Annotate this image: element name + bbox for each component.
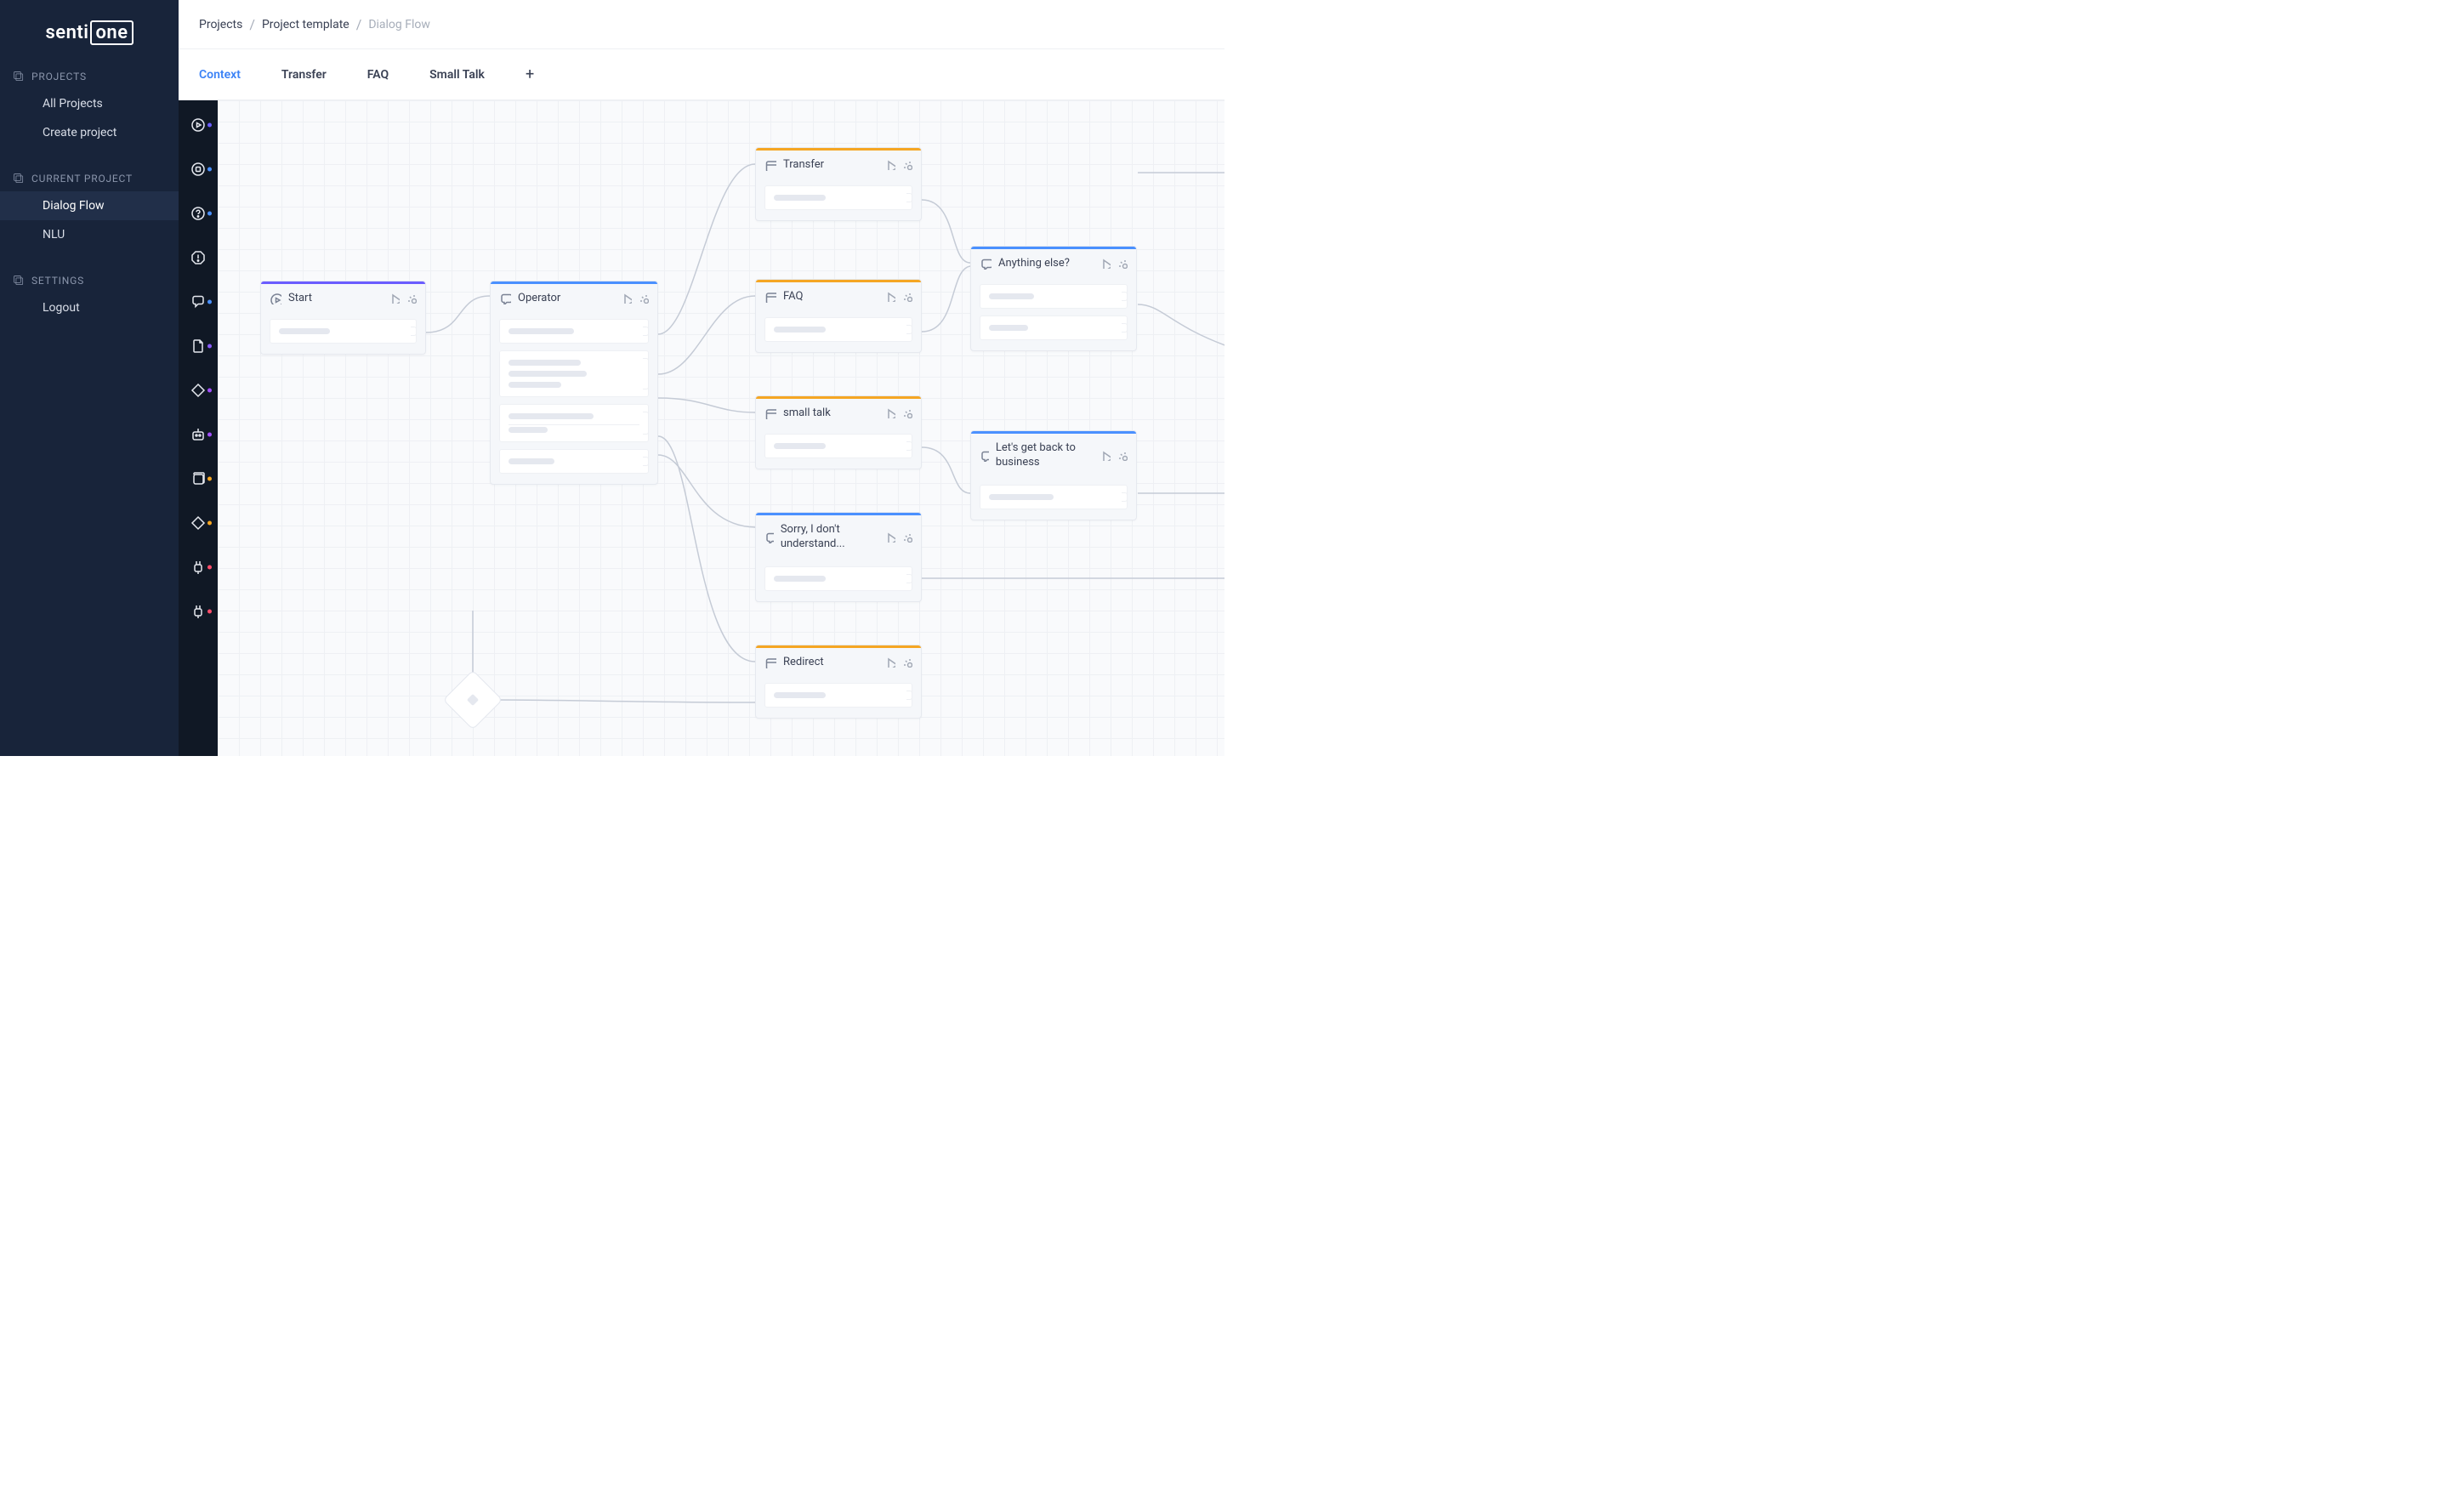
tab-small-talk[interactable]: Small Talk <box>429 68 485 82</box>
tab-faq[interactable]: FAQ <box>367 68 389 82</box>
node-sorry[interactable]: Sorry, I don't understand... <box>755 512 922 602</box>
nav-group-title: SETTINGS <box>0 268 179 293</box>
window-icon <box>764 657 776 668</box>
gear-icon[interactable] <box>902 160 912 170</box>
breadcrumb-2: Dialog Flow <box>368 18 430 31</box>
tab-transfer[interactable]: Transfer <box>281 68 327 82</box>
nav-item-create-project[interactable]: Create project <box>0 118 179 147</box>
gear-icon[interactable] <box>639 293 649 304</box>
nav-item-logout[interactable]: Logout <box>0 293 179 322</box>
window-icon <box>764 407 776 419</box>
run-node-icon[interactable] <box>885 657 895 668</box>
gear-icon[interactable] <box>902 408 912 418</box>
run-node-icon[interactable] <box>885 532 895 543</box>
node-title: Operator <box>518 292 560 304</box>
gateway-node[interactable] <box>443 670 503 730</box>
run-node-icon[interactable] <box>1100 451 1111 461</box>
breadcrumb-1[interactable]: Project template <box>262 18 349 31</box>
flow-canvas[interactable]: Start Operator Transfer <box>218 100 1224 756</box>
connector-layer <box>218 100 1224 756</box>
brand-prefix: senti <box>45 22 88 43</box>
gear-icon[interactable] <box>902 657 912 668</box>
message-bubble-icon <box>980 450 989 462</box>
node-title: Anything else? <box>998 257 1070 270</box>
window-icon <box>764 159 776 171</box>
alert-octagon-icon[interactable] <box>190 250 206 265</box>
node-operator[interactable]: Operator <box>490 281 658 485</box>
node-anything-else[interactable]: Anything else? <box>970 246 1137 351</box>
window-icon <box>764 291 776 303</box>
message-bubble-icon <box>499 293 511 304</box>
plug-top-icon[interactable] <box>190 560 206 575</box>
node-title: FAQ <box>783 290 803 303</box>
node-title: Redirect <box>783 656 824 668</box>
play-icon <box>270 293 281 304</box>
nav-group-title: PROJECTS <box>0 64 179 89</box>
plug-bottom-icon[interactable] <box>190 604 206 619</box>
run-node-icon[interactable] <box>885 292 895 302</box>
add-tab-button[interactable]: + <box>526 65 534 83</box>
help-circle-icon[interactable] <box>190 206 206 221</box>
gear-icon[interactable] <box>902 532 912 543</box>
message-bubble-icon <box>764 531 774 543</box>
nav-group-title: CURRENT PROJECT <box>0 166 179 191</box>
stop-circle-icon[interactable] <box>190 162 206 177</box>
nav-item-nlu[interactable]: NLU <box>0 220 179 249</box>
tool-rail <box>179 100 218 756</box>
gear-icon[interactable] <box>406 293 417 304</box>
windows-stack-icon[interactable] <box>190 471 206 486</box>
run-node-icon[interactable] <box>885 408 895 418</box>
node-title: Start <box>288 292 312 304</box>
node-back-to-business[interactable]: Let's get back to business <box>970 430 1137 520</box>
node-title: Let's get back to business <box>996 441 1094 470</box>
main-sidebar: sentione PROJECTSAll ProjectsCreate proj… <box>0 0 179 756</box>
node-title: Transfer <box>783 158 824 171</box>
robot-icon[interactable] <box>190 427 206 442</box>
tab-context[interactable]: Context <box>199 68 241 82</box>
nav-item-all-projects[interactable]: All Projects <box>0 89 179 118</box>
play-circle-icon[interactable] <box>190 117 206 133</box>
message-bubble-icon[interactable] <box>190 294 206 310</box>
run-node-icon[interactable] <box>885 160 895 170</box>
gear-icon[interactable] <box>902 292 912 302</box>
nav-item-dialog-flow[interactable]: Dialog Flow <box>0 191 179 220</box>
node-redirect[interactable]: Redirect <box>755 645 922 719</box>
nav-groups: PROJECTSAll ProjectsCreate project CURREN… <box>0 64 179 322</box>
node-title: Sorry, I don't understand... <box>781 523 878 552</box>
diamond-condition-icon[interactable] <box>190 383 206 398</box>
breadcrumb-separator: / <box>249 16 255 32</box>
run-node-icon[interactable] <box>622 293 632 304</box>
node-transfer[interactable]: Transfer <box>755 147 922 221</box>
message-bubble-icon <box>980 258 992 270</box>
node-small-talk[interactable]: small talk <box>755 395 922 469</box>
brand-logo: sentione <box>0 0 179 64</box>
run-node-icon[interactable] <box>1100 259 1111 269</box>
node-start[interactable]: Start <box>260 281 426 355</box>
brand-boxed: one <box>90 20 133 45</box>
gear-icon[interactable] <box>1117 259 1128 269</box>
document-icon[interactable] <box>190 338 206 354</box>
gear-icon[interactable] <box>1117 451 1128 461</box>
run-node-icon[interactable] <box>389 293 400 304</box>
node-faq[interactable]: FAQ <box>755 279 922 353</box>
breadcrumb-separator: / <box>356 16 362 32</box>
diamond-output-icon[interactable] <box>190 515 206 531</box>
flow-tabs: Context Transfer FAQ Small Talk + <box>179 49 1224 100</box>
breadcrumb-0[interactable]: Projects <box>199 18 242 31</box>
node-title: small talk <box>783 406 831 419</box>
breadcrumb-bar: Projects / Project template / Dialog Flow <box>179 0 1224 49</box>
